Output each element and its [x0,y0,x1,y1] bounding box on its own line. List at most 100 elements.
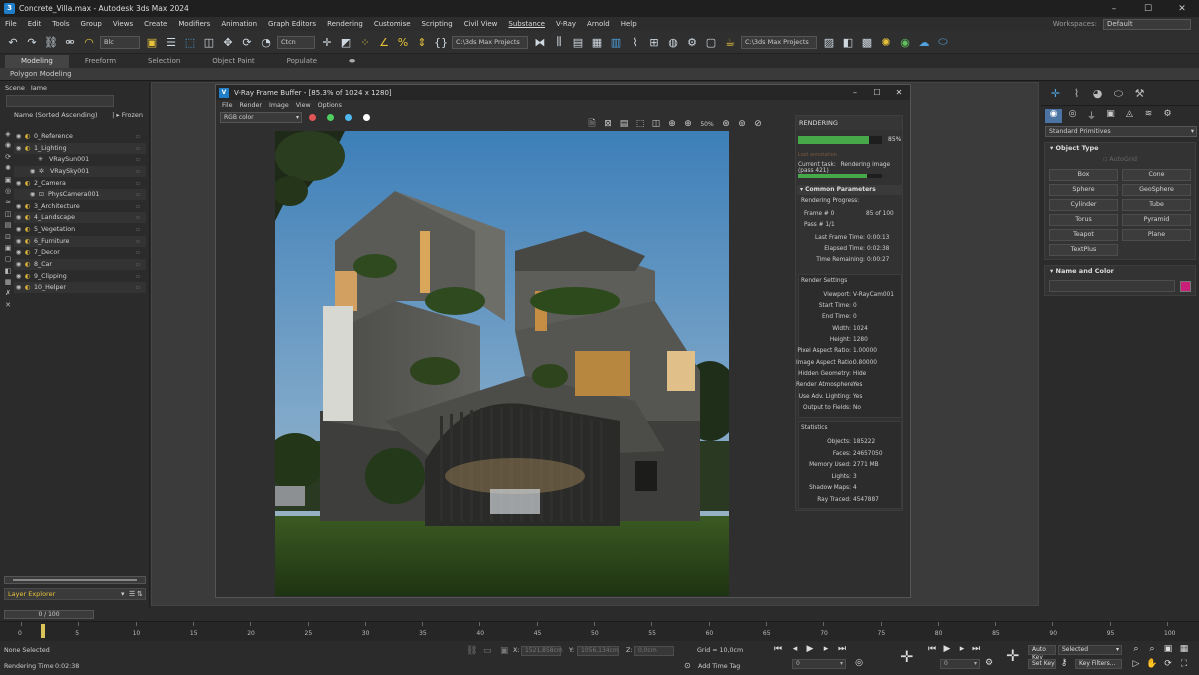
vfb-minimize-button[interactable]: – [844,88,866,97]
layer-row[interactable]: ◉ ◐ 3_Architecture ▫ [14,201,146,212]
freeze-icon[interactable]: ▫ [136,238,140,245]
rotate-icon[interactable]: ⟳ [239,34,255,50]
angle-snap-icon[interactable]: ∠ [376,34,392,50]
tab-freeform[interactable]: Freeform [69,55,132,68]
time-slider-thumb[interactable]: 0 / 100 [4,610,94,619]
ribbon-subtitle[interactable]: Polygon Modeling [0,68,1199,81]
layer-row[interactable]: ◉ ◐ 6_Furniture ▫ [14,236,146,247]
explorer-options-icon[interactable]: ▾ [121,590,129,598]
project-path-dropdown-2[interactable]: C:\3ds Max Projects [741,35,817,49]
mono-channel-toggle[interactable] [363,113,370,121]
visibility-eye-icon[interactable]: ◉ [14,214,23,221]
menu-views[interactable]: Views [113,20,133,28]
rendered-frame-window-icon[interactable]: ▢ [703,34,719,50]
display-xrefs-icon[interactable]: ▤ [3,221,13,232]
minimize-button[interactable]: – [1097,4,1131,14]
tab-selection[interactable]: Selection [132,55,196,68]
track-mouse-icon[interactable]: ⊕ [664,119,680,129]
vray-render-icon[interactable]: ▨ [821,34,837,50]
freeze-icon[interactable]: ▫ [136,284,140,291]
scene-menu[interactable]: Scene [5,84,25,92]
layer-row[interactable]: ◉ ✲ VRaySky001 ▫ [14,166,146,177]
freeze-icon[interactable]: ▫ [136,145,140,152]
menu-arnold[interactable]: Arnold [587,20,610,28]
menu-edit[interactable]: Edit [28,20,42,28]
zoom-extents-icon[interactable]: ▣ [1162,644,1174,654]
vray-ipr-icon[interactable]: ◧ [840,34,856,50]
freeze-icon[interactable]: ▫ [136,156,140,163]
modify-tab-icon[interactable]: ⌇ [1066,87,1087,100]
hierarchy-tab-icon[interactable]: ◕ [1087,87,1108,100]
vfb-menu-render[interactable]: Render [240,102,262,109]
display-helpers-icon[interactable]: ◎ [3,187,13,198]
menu-scripting[interactable]: Scripting [422,20,453,28]
tab-populate[interactable]: Populate [271,55,333,68]
key-selection-dropdown[interactable]: Selected ▾ [1058,645,1122,655]
cone-button[interactable]: Cone [1122,169,1191,181]
render-bulb-icon[interactable]: ◐ [23,238,32,245]
current-frame-field[interactable]: 0 ▾ [792,659,846,669]
render-bulb-icon[interactable]: ◐ [23,226,32,233]
save-image-icon[interactable]: 🗎 [584,116,600,132]
green-channel-toggle[interactable] [327,113,334,121]
layer-row[interactable]: ◉ ◐ 10_Helper ▫ [14,282,146,293]
torus-button[interactable]: Torus [1049,214,1118,226]
visibility-eye-icon[interactable]: ◉ [14,249,23,256]
visibility-eye-icon[interactable]: ◉ [14,203,23,210]
display-all-icon[interactable]: ◈ [3,130,13,141]
track-bar[interactable]: 0 5 10 15 20 25 30 35 40 45 50 55 60 65 70 75 80 85 90 95 10… [0,621,1199,641]
spinner-snap-icon[interactable]: ⇕ [414,34,430,50]
render-bulb-icon[interactable]: ◐ [23,203,32,210]
auto-key-button[interactable]: Auto Key [1028,645,1056,661]
material-editor-icon[interactable]: ◍ [665,34,681,50]
percent-snap-icon[interactable]: % [395,34,411,50]
follow-mouse-icon[interactable]: ⊕ [680,119,696,129]
key-end-icon[interactable]: ⏭ [970,644,982,654]
explorer-menu-icon[interactable]: ☰ [129,590,137,598]
key-config-icon[interactable]: ⚙ [983,658,995,668]
zoom-extents-all-icon[interactable]: ▦ [1178,644,1190,654]
teapot-button[interactable]: Teapot [1049,229,1118,241]
selection-filter-dropdown[interactable]: Blc [100,35,140,49]
primitive-type-dropdown[interactable]: Standard Primitives ▾ [1045,126,1197,137]
render-production-icon[interactable]: ☕ [722,34,738,50]
vfb-maximize-button[interactable]: ☐ [866,88,888,97]
menu-animation[interactable]: Animation [221,20,257,28]
freeze-icon[interactable]: ▫ [136,273,140,280]
geosphere-button[interactable]: GeoSphere [1122,184,1191,196]
freeze-icon[interactable]: ▫ [136,261,140,268]
vray-vfb-icon[interactable]: ▩ [859,34,875,50]
geometry-icon[interactable]: ◉ [1045,109,1062,123]
render-bulb-icon[interactable]: ◐ [23,273,32,280]
absolute-mode-icon[interactable]: ▣ [500,646,509,656]
shapes-icon[interactable]: ◎ [1064,109,1081,123]
render-bulb-icon[interactable]: ◐ [23,249,32,256]
utilities-tab-icon[interactable]: ⚒ [1129,87,1150,100]
previous-frame-icon[interactable]: ◂ [789,644,801,654]
display-lights-icon[interactable]: ✺ [3,164,13,175]
ref-coord-dropdown[interactable]: Ctcn [277,35,315,49]
zoom-level[interactable]: 50% [696,121,718,128]
select-manipulate-icon[interactable]: ◩ [338,34,354,50]
object-color-swatch[interactable] [1180,280,1191,292]
object-name-input[interactable] [1049,280,1175,292]
sphere-button[interactable]: Sphere [1049,184,1118,196]
vray-cloud-icon[interactable]: ☁ [916,34,932,50]
edit-named-selection-icon[interactable]: {} [433,34,449,50]
filter-icon[interactable]: ✗ [3,289,13,300]
z-coordinate-field[interactable]: 0,0cm [634,646,674,656]
visibility-eye-icon[interactable]: ◉ [14,133,23,140]
render-bulb-icon[interactable]: ◐ [23,284,32,291]
blue-channel-toggle[interactable] [345,113,352,121]
layer-row[interactable]: ✳ VRaySun001 ▫ [14,154,146,165]
go-to-start-icon[interactable]: ⏮ [772,644,784,654]
play-icon[interactable]: ▶ [804,644,816,654]
add-time-tag[interactable]: Add Time Tag [698,663,740,670]
tab-modeling[interactable]: Modeling [5,55,69,68]
visibility-eye-icon[interactable]: ◉ [14,145,23,152]
time-config-icon[interactable]: ◎ [853,658,865,668]
common-parameters-header[interactable]: ▾ Common Parameters [797,185,903,195]
workspaces-select[interactable]: Default [1103,18,1191,30]
lights-icon[interactable]: ⏚ [1083,109,1100,123]
cylinder-button[interactable]: Cylinder [1049,199,1118,211]
